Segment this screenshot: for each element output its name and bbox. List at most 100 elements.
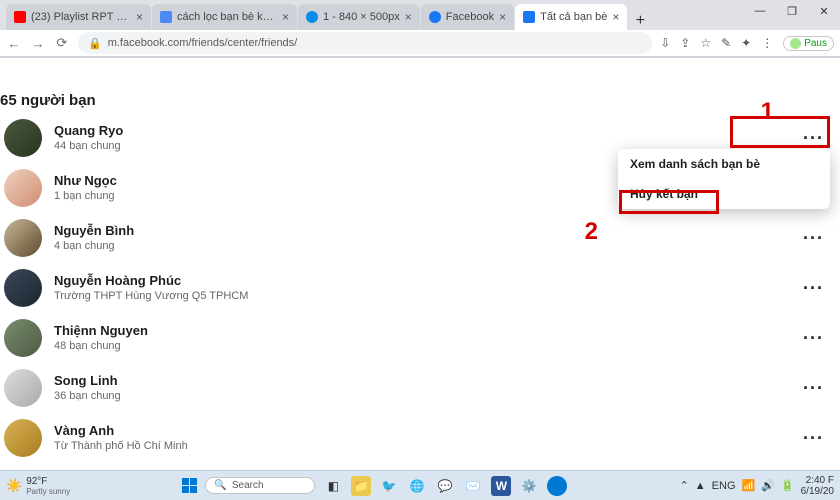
friend-options-button[interactable]: ··· <box>791 428 836 449</box>
back-button[interactable]: ← <box>6 36 22 51</box>
tab-docs[interactable]: cách lọc bạn bè không tươn... × <box>152 4 297 30</box>
friend-subtitle: 4 bạn chung <box>54 239 779 253</box>
url-input[interactable]: 🔒 m.facebook.com/friends/center/friends/ <box>78 32 652 54</box>
taskbar-app-icon[interactable]: 💬 <box>435 476 455 496</box>
friend-subtitle: 48 bạn chung <box>54 339 779 353</box>
weather-widget[interactable]: ☀️ 92°F Partly sunny <box>6 476 70 496</box>
maximize-button[interactable]: ❐ <box>776 0 808 22</box>
close-icon[interactable]: × <box>499 10 506 24</box>
annotation-label-2: 2 <box>585 218 598 246</box>
taskbar-app-icon[interactable] <box>547 476 567 496</box>
close-icon[interactable]: × <box>612 10 619 24</box>
paused-label: Paus <box>804 38 827 49</box>
fb-topnav-row <box>0 58 840 86</box>
close-icon[interactable]: × <box>136 10 143 24</box>
onedrive-icon[interactable]: ▲ <box>695 480 706 492</box>
friend-subtitle: Trường THPT Hùng Vương Q5 TPHCM <box>54 289 779 303</box>
friend-info: Song Linh 36 bạn chung <box>54 373 779 403</box>
friend-info: Vàng Anh Từ Thành phố Hồ Chí Minh <box>54 423 779 453</box>
friends-content: 65 người bạn Quang Ryo 44 bạn chung ··· … <box>0 86 840 470</box>
friend-info: Nguyễn Bình 4 bạn chung <box>54 223 779 253</box>
search-placeholder: Search <box>232 480 264 491</box>
avatar <box>4 119 42 157</box>
clock[interactable]: 2:40 F 6/19/20 <box>801 475 834 497</box>
annotation-box-1 <box>730 116 830 148</box>
menu-icon[interactable]: ⋮ <box>761 36 773 50</box>
friend-name: Quang Ryo <box>54 123 779 139</box>
task-view-icon[interactable]: ◧ <box>323 476 343 496</box>
profile-paused-badge[interactable]: Paus <box>783 36 834 51</box>
youtube-icon <box>14 11 26 23</box>
friend-info: Thiệnn Nguyen 48 bạn chung <box>54 323 779 353</box>
friend-name: Nguyễn Bình <box>54 223 779 239</box>
friend-name: Vàng Anh <box>54 423 779 439</box>
tab-label: Facebook <box>446 11 494 23</box>
system-tray: ⌃ ▲ ENG 📶 🔊 🔋 2:40 F 6/19/20 <box>680 475 834 497</box>
avatar <box>4 219 42 257</box>
friends-count-title: 65 người bạn <box>0 86 840 113</box>
reload-button[interactable]: ⟳ <box>54 35 70 51</box>
friend-row[interactable]: Thiệnn Nguyen 48 bạn chung ··· <box>0 313 840 363</box>
star-icon[interactable]: ☆ <box>700 36 711 50</box>
download-icon[interactable]: ⇩ <box>660 36 670 50</box>
share-icon[interactable]: ⇪ <box>680 36 690 50</box>
tray-overflow-icon[interactable]: ⌃ <box>680 479 689 492</box>
annotation-box-2 <box>619 190 719 214</box>
menu-item-view-friend-list[interactable]: Xem danh sách bạn bè <box>618 149 830 179</box>
clock-date: 6/19/20 <box>801 486 834 497</box>
tab-label: cách lọc bạn bè không tươn... <box>177 11 277 23</box>
friend-options-button[interactable]: ··· <box>791 328 836 349</box>
avatar <box>4 419 42 457</box>
taskbar: ☀️ 92°F Partly sunny 🔍 Search ◧ 📁 🐦 🌐 💬 … <box>0 470 840 500</box>
taskbar-search[interactable]: 🔍 Search <box>205 477 315 494</box>
friend-row[interactable]: Nguyễn Hoàng Phúc Trường THPT Hùng Vương… <box>0 263 840 313</box>
tab-strip: (23) Playlist RPT MCK: A...× cách lọc bạ… <box>0 0 840 30</box>
avatar <box>4 319 42 357</box>
search-icon: 🔍 <box>214 480 226 491</box>
toolbar-icons: ⇩ ⇪ ☆ ✎ ✦ ⋮ Paus <box>660 36 834 51</box>
volume-icon[interactable]: 🔊 <box>761 479 775 492</box>
facebook-icon <box>523 11 535 23</box>
friend-options-button[interactable]: ··· <box>791 228 836 249</box>
close-icon[interactable]: × <box>282 10 289 24</box>
friend-options-button[interactable]: ··· <box>791 278 836 299</box>
friend-name: Nguyễn Hoàng Phúc <box>54 273 779 289</box>
language-indicator[interactable]: ENG <box>712 480 736 492</box>
profile-dot-icon <box>790 38 801 49</box>
weather-desc: Partly sunny <box>26 487 70 496</box>
tab-edge[interactable]: 1 - 840 × 500px × <box>298 4 420 30</box>
extensions-icon[interactable]: ✦ <box>741 36 751 50</box>
friend-row[interactable]: Nguyễn Bình 4 bạn chung ··· <box>0 213 840 263</box>
new-tab-button[interactable]: + <box>628 12 652 30</box>
minimize-button[interactable]: — <box>744 0 776 22</box>
taskbar-app-icon[interactable]: 🐦 <box>379 476 399 496</box>
battery-icon[interactable]: 🔋 <box>781 479 795 492</box>
docs-icon <box>160 11 172 23</box>
edge-icon <box>306 11 318 23</box>
lock-icon: 🔒 <box>88 37 102 50</box>
tab-facebook[interactable]: Facebook × <box>421 4 514 30</box>
close-icon[interactable]: × <box>405 10 412 24</box>
tab-youtube[interactable]: (23) Playlist RPT MCK: A...× <box>6 4 151 30</box>
friend-info: Nguyễn Hoàng Phúc Trường THPT Hùng Vương… <box>54 273 779 303</box>
clock-time: 2:40 F <box>806 475 834 486</box>
close-button[interactable]: ✕ <box>808 0 840 22</box>
tab-friends[interactable]: Tất cả bạn bè× <box>515 4 627 30</box>
friend-subtitle: 36 bạn chung <box>54 389 779 403</box>
pen-icon[interactable]: ✎ <box>721 36 731 50</box>
taskbar-app-icon[interactable]: ⚙️ <box>519 476 539 496</box>
forward-button[interactable]: → <box>30 36 46 51</box>
taskbar-app-icon[interactable]: 📁 <box>351 476 371 496</box>
start-button[interactable] <box>182 478 197 493</box>
taskbar-app-icon[interactable]: 🌐 <box>407 476 427 496</box>
friend-row[interactable]: Vàng Anh Từ Thành phố Hồ Chí Minh ··· <box>0 413 840 463</box>
tab-label: 1 - 840 × 500px <box>323 11 400 23</box>
friend-row[interactable]: Song Linh 36 bạn chung ··· <box>0 363 840 413</box>
facebook-icon <box>429 11 441 23</box>
friend-subtitle: Từ Thành phố Hồ Chí Minh <box>54 439 779 453</box>
taskbar-app-icon[interactable]: W <box>491 476 511 496</box>
wifi-icon[interactable]: 📶 <box>742 479 756 492</box>
taskbar-app-icon[interactable]: ✉️ <box>463 476 483 496</box>
url-text: m.facebook.com/friends/center/friends/ <box>108 37 298 49</box>
friend-options-button[interactable]: ··· <box>791 378 836 399</box>
